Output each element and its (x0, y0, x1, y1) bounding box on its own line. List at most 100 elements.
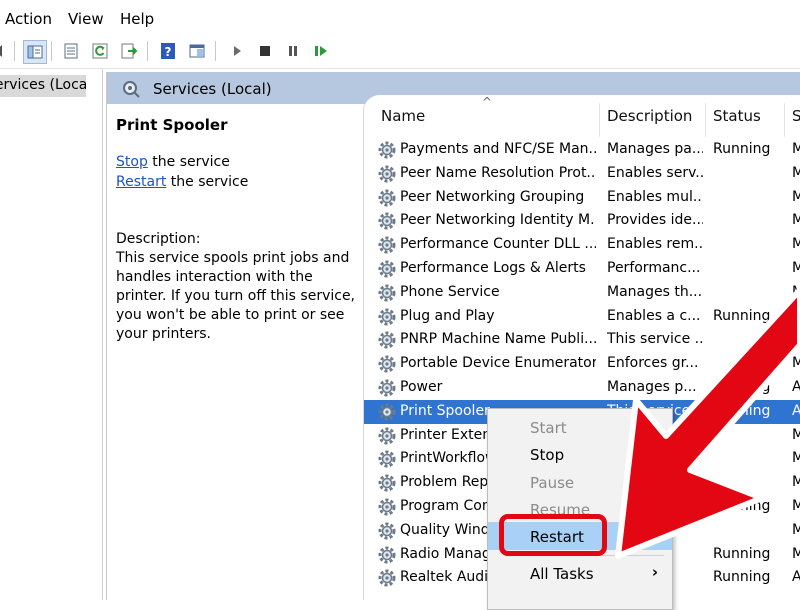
service-gear-icon (378, 522, 396, 544)
toolbar-separator (51, 41, 52, 61)
toolbar-separator (215, 41, 216, 61)
service-name: Peer Networking Identity M... (400, 212, 596, 229)
service-startup-type: M (792, 260, 800, 276)
table-row[interactable]: Peer Networking Identity M... Provides id… (364, 209, 800, 233)
service-gear-icon (378, 355, 396, 377)
pause-icon[interactable] (282, 40, 304, 62)
service-gear-icon (378, 236, 396, 258)
service-gear-icon (378, 379, 396, 401)
help-icon[interactable]: ? (157, 40, 179, 62)
service-description: Enables serv... (607, 164, 703, 181)
service-startup-type: M (792, 236, 800, 253)
column-header-name[interactable]: Name (381, 107, 425, 125)
service-gear-icon (378, 284, 396, 306)
table-row[interactable]: Power Manages p... Running A (364, 376, 800, 400)
column-header-status[interactable]: Status (713, 107, 761, 125)
table-row[interactable]: Performance Counter DLL ... Enables rem..… (364, 233, 800, 257)
refresh-icon[interactable] (89, 40, 111, 62)
table-row[interactable]: Performance Logs & Alerts Performanc... M (364, 257, 800, 281)
menu-view[interactable]: View (68, 10, 104, 28)
service-startup-type: A (792, 569, 800, 586)
table-row[interactable]: Phone Service Manages th... M (364, 281, 800, 305)
context-item-all-tasks[interactable]: All Tasks › (488, 559, 672, 587)
service-gear-icon (378, 260, 396, 282)
restart-service-line: Restart the service (116, 174, 248, 190)
context-item-start[interactable]: Start (488, 413, 672, 441)
service-status: Running (713, 379, 771, 395)
panel-title: Services (Local) (153, 80, 272, 98)
toolbar-separator (14, 41, 15, 61)
context-menu: Start Stop Pause Resume Restart All Task… (487, 408, 673, 610)
export-icon[interactable] (118, 40, 140, 62)
stop-service-line: Stop the service (116, 154, 230, 170)
service-startup-type: M (792, 521, 800, 538)
console-icon[interactable] (186, 40, 208, 62)
stop-icon[interactable] (254, 40, 276, 62)
service-name: Plug and Play (400, 307, 495, 324)
table-row[interactable]: PNRP Machine Name Publi... This service .… (364, 328, 800, 352)
service-startup-type: M (792, 283, 800, 300)
description-text: This service spools print jobs and handl… (116, 250, 356, 342)
service-description: Enforces gr... (607, 355, 699, 372)
service-gear-icon (378, 403, 396, 425)
service-name: Payments and NFC/SE Man... (400, 141, 596, 157)
sort-ascending-icon: ^ (482, 95, 493, 109)
selected-service-name: Print Spooler (116, 116, 228, 134)
service-status: Running (713, 402, 771, 419)
service-startup-type: M (792, 355, 800, 372)
table-row[interactable]: Portable Device Enumerator... Enforces gr… (364, 352, 800, 376)
service-status: Running (713, 141, 771, 157)
play-icon[interactable] (226, 40, 248, 62)
context-item-stop[interactable]: Stop (488, 440, 672, 468)
service-startup-type: M (792, 141, 800, 157)
service-startup-type: M (792, 188, 800, 205)
search-gear-icon (121, 79, 141, 103)
service-startup-type: M (792, 450, 800, 467)
column-header-description[interactable]: Description (607, 107, 692, 125)
service-startup-type: M (792, 164, 800, 181)
service-description: Performanc... (607, 260, 701, 276)
table-row[interactable]: Peer Name Resolution Prot... Enables serv… (364, 162, 800, 186)
service-name: Power (400, 379, 443, 395)
submenu-chevron-icon: › (651, 563, 658, 581)
restart-service-link[interactable]: Restart (116, 174, 166, 190)
tree-view-icon[interactable] (23, 40, 47, 64)
service-status: Running (713, 498, 771, 514)
properties-icon[interactable] (60, 40, 82, 62)
column-separator (705, 103, 706, 137)
context-item-start-label: Start (530, 419, 567, 437)
service-startup-type: M (792, 212, 800, 229)
service-gear-icon (378, 450, 396, 472)
service-description: Enables a c... (607, 307, 701, 324)
service-startup-type: M (792, 474, 800, 491)
column-header-startup[interactable]: S (792, 107, 800, 125)
service-startup-type: M (792, 545, 800, 562)
description-label: Description: (116, 231, 201, 247)
stop-service-suffix: the service (147, 154, 230, 170)
stop-service-link[interactable]: Stop (116, 154, 148, 170)
service-name: PNRP Machine Name Publi... (400, 331, 596, 348)
service-name: Performance Logs & Alerts (400, 260, 586, 276)
service-gear-icon (378, 189, 396, 211)
service-gear-icon (378, 569, 396, 591)
context-item-pause[interactable]: Pause (488, 468, 672, 496)
menu-action[interactable]: Action (5, 10, 52, 28)
table-row[interactable]: Payments and NFC/SE Man... Manages pa... R… (364, 138, 800, 162)
toolbar-separator (147, 41, 148, 61)
service-startup-type: M (792, 307, 800, 324)
service-status: Running (713, 307, 771, 324)
tree-item-services-local[interactable]: Services (Local) (0, 77, 86, 93)
resume-icon[interactable] (310, 40, 332, 62)
menu-help[interactable]: Help (120, 10, 154, 28)
table-row[interactable]: Peer Networking Grouping Enables mul... M (364, 186, 800, 210)
svg-text:?: ? (165, 45, 172, 59)
context-item-pause-label: Pause (530, 474, 575, 492)
table-row[interactable]: Plug and Play Enables a c... Running M (364, 305, 800, 329)
service-gear-icon (378, 427, 396, 449)
column-separator (784, 103, 785, 137)
service-description: Enables rem... (607, 236, 703, 253)
context-item-all-tasks-label: All Tasks (530, 565, 594, 583)
service-startup-type: M (792, 426, 800, 443)
back-icon[interactable] (0, 40, 10, 62)
service-startup-type: M (792, 498, 800, 514)
